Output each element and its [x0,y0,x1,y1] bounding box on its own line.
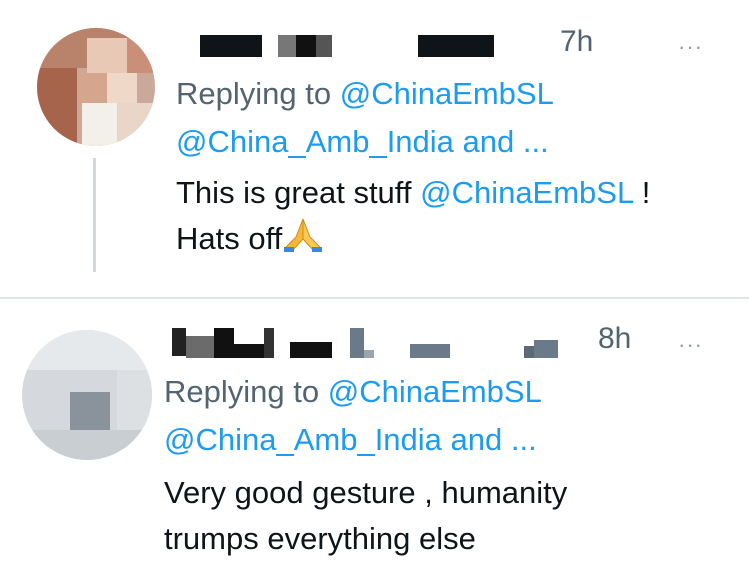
redacted-handle-block [524,346,534,358]
redacted-handle-block [364,350,374,358]
tweet-body-line-2: trumps everything else [164,521,476,556]
redacted-name-block [172,328,186,356]
redacted-name-block [316,35,332,57]
replying-to-line: Replying to @ChinaEmbSL [176,76,554,112]
redacted-name-block [278,35,296,57]
body-mention-link[interactable]: @ChinaEmbSL [420,175,633,210]
replying-to-label: Replying to [176,76,340,111]
tweet-text: This is great stuff [176,175,421,210]
more-options-icon[interactable]: ··· [678,36,703,58]
tweet-body-line-1: Very good gesture , humanity [164,475,568,510]
redacted-name-block [290,342,332,358]
tweet-timestamp[interactable]: 7h [560,25,593,59]
tweet-text: ! [633,175,651,210]
redacted-name-block [296,35,316,57]
redacted-handle-block [350,328,364,358]
replying-to-line: Replying to @ChinaEmbSL [164,374,542,410]
tweet-reply-2[interactable]: 8h ··· Replying to @ChinaEmbSL @China_Am… [0,300,749,575]
redacted-handle-block [410,344,450,358]
tweet-body-line-1: This is great stuff @ChinaEmbSL ! [176,170,650,216]
tweet-timestamp[interactable]: 8h [598,322,631,356]
user-avatar-pixelated[interactable] [22,330,152,460]
redacted-name-block [186,336,214,358]
tweet-reply-1[interactable]: 7h ··· Replying to @ChinaEmbSL @China_Am… [0,0,749,298]
replying-to-mention[interactable]: @ChinaEmbSL [340,76,554,111]
tweet-body-line-2: Hats off [176,216,650,262]
replying-to-others-link[interactable]: @China_Amb_India and ... [164,422,537,458]
tweet-body: Very good gesture , humanity trumps ever… [164,470,567,562]
redacted-name-block [234,344,264,358]
tweet-body: This is great stuff @ChinaEmbSL ! Hats o… [176,170,650,262]
user-avatar-pixelated[interactable] [37,28,155,146]
redacted-handle-block [418,35,494,57]
redacted-name-block [264,328,274,358]
tweet-text: Hats off [176,221,283,256]
redacted-name-block [200,35,262,57]
replying-to-label: Replying to [164,374,328,409]
replying-to-others-link[interactable]: @China_Amb_India and ... [176,124,549,160]
more-options-icon[interactable]: ··· [678,334,703,356]
tweet-divider [0,297,749,299]
replying-to-mention[interactable]: @ChinaEmbSL [328,374,542,409]
redacted-name-block [214,328,234,358]
redacted-handle-block [534,340,558,358]
folded-hands-emoji-icon [284,218,323,252]
thread-connector-line [93,158,96,272]
